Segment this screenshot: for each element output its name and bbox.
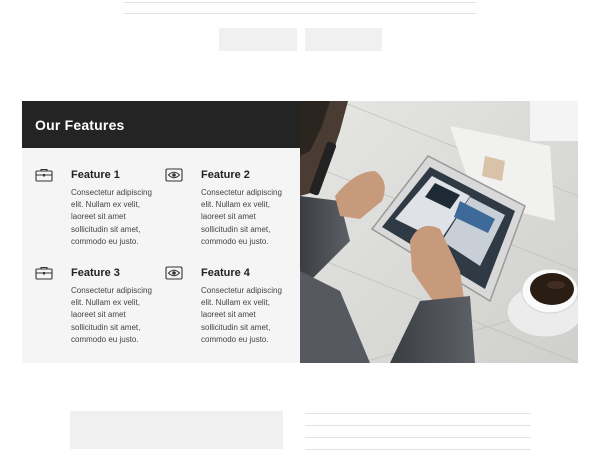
tablet-photo-image [300,101,578,363]
top-divider-1 [124,2,476,3]
feature-description: Consectetur adipiscing elit. Nullam ex v… [71,286,152,344]
eye-icon [165,168,183,182]
bottom-divider-3 [305,437,531,438]
briefcase-icon [35,266,53,280]
page: Our Features Feature 1 Consectetur adipi… [0,0,600,450]
placeholder-button-left[interactable] [219,28,297,51]
features-heading: Our Features [22,101,300,148]
placeholder-button-right[interactable] [305,28,382,51]
top-divider-2 [124,13,476,14]
briefcase-icon [35,168,53,182]
feature-photo [300,101,578,363]
bottom-divider-2 [305,425,531,426]
eye-icon [165,266,183,280]
features-panel: Our Features Feature 1 Consectetur adipi… [22,101,300,363]
features-section: Our Features Feature 1 Consectetur adipi… [22,101,578,363]
feature-description: Consectetur adipiscing elit. Nullam ex v… [71,188,152,246]
placeholder-image-block [70,411,283,449]
bottom-divider-1 [305,413,531,414]
